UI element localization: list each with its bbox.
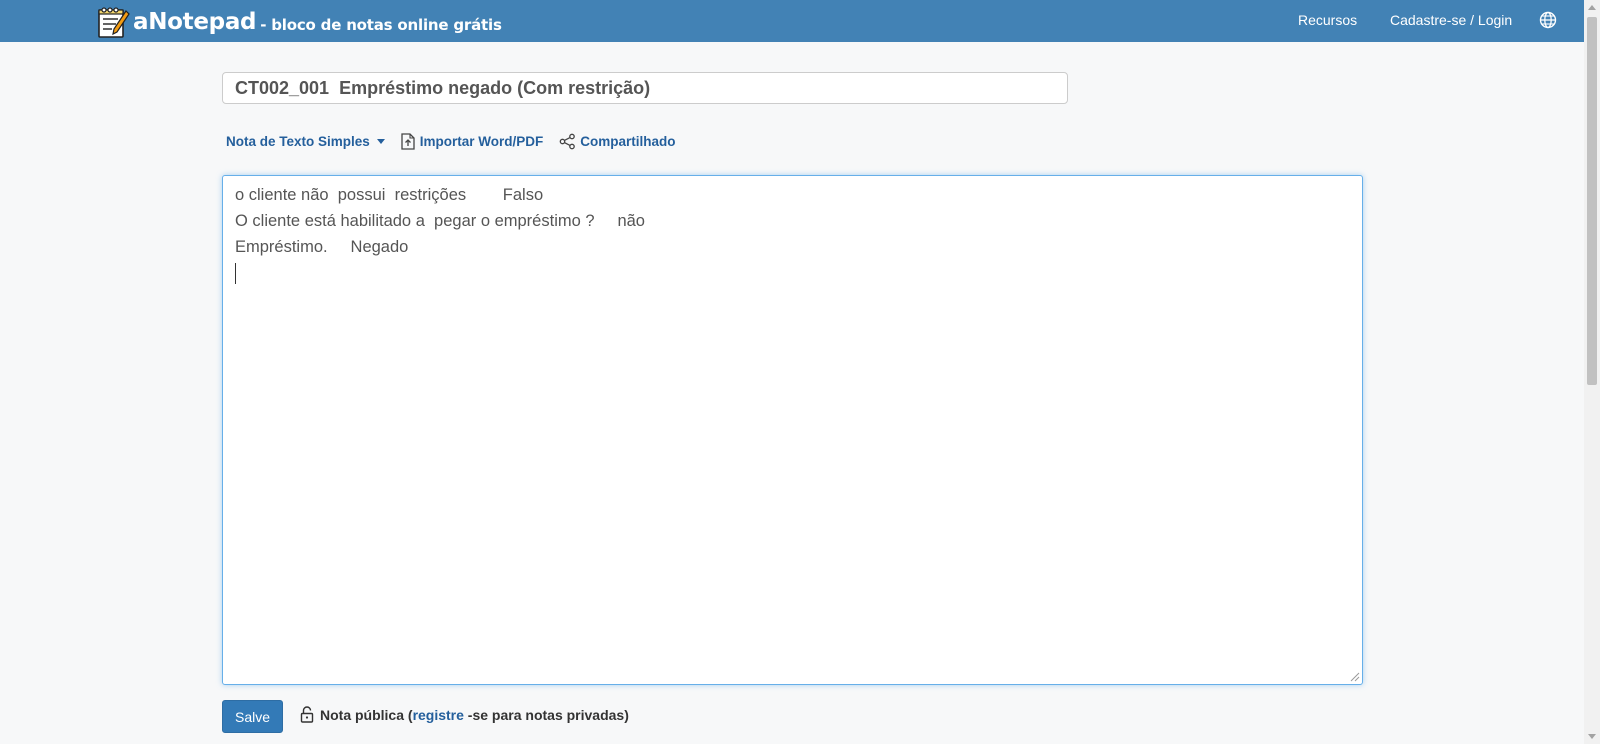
note-type-label: Nota de Texto Simples — [226, 133, 370, 149]
globe-icon[interactable] — [1539, 11, 1557, 29]
import-label: Importar Word/PDF — [419, 133, 544, 149]
note-type-dropdown[interactable]: Nota de Texto Simples — [226, 134, 385, 149]
page-scrollbar[interactable] — [1584, 0, 1600, 744]
share-icon — [559, 133, 576, 149]
scroll-up-icon[interactable] — [1588, 5, 1596, 10]
note-toolbar: Nota de Texto Simples Importar Word/PDF … — [226, 131, 676, 151]
public-note-prefix: Nota pública ( — [320, 706, 413, 723]
register-link[interactable]: registre — [413, 707, 464, 723]
editor-caret-line — [235, 260, 1350, 286]
nav-signup-login-link[interactable]: Cadastre-se / Login — [1390, 12, 1512, 28]
brand-name: aNotepad — [133, 9, 257, 35]
editor-line: Empréstimo. Negado — [235, 238, 409, 256]
text-cursor — [235, 263, 236, 284]
resize-handle-icon[interactable] — [1350, 672, 1360, 682]
lock-icon — [300, 706, 314, 723]
public-note-notice: Nota pública ( registre -se para notas p… — [300, 706, 629, 723]
share-label: Compartilhado — [580, 133, 676, 149]
file-upload-icon — [401, 132, 415, 150]
note-title-input[interactable] — [222, 72, 1068, 104]
import-word-pdf-button[interactable]: Importar Word/PDF — [401, 132, 544, 150]
notepad-logo-icon — [98, 7, 130, 38]
nav-recursos-link[interactable]: Recursos — [1298, 12, 1357, 28]
note-content-editor[interactable]: o cliente não possui restrições Falso O … — [222, 175, 1363, 685]
public-note-suffix: -se para notas privadas) — [463, 706, 629, 723]
editor-line: O cliente está habilitado a pegar o empr… — [235, 212, 645, 230]
scrollbar-thumb[interactable] — [1587, 17, 1597, 385]
brand-tagline: - bloco de notas online grátis — [260, 16, 502, 34]
editor-line: o cliente não possui restrições Falso — [235, 186, 544, 204]
brand-logo-link[interactable]: aNotepad - bloco de notas online grátis — [96, 4, 502, 40]
share-button[interactable]: Compartilhado — [559, 133, 676, 150]
top-navbar: aNotepad - bloco de notas online grátis … — [0, 0, 1584, 42]
caret-down-icon — [376, 138, 385, 144]
scroll-down-icon[interactable] — [1588, 734, 1596, 739]
save-button[interactable]: Salve — [222, 700, 283, 733]
